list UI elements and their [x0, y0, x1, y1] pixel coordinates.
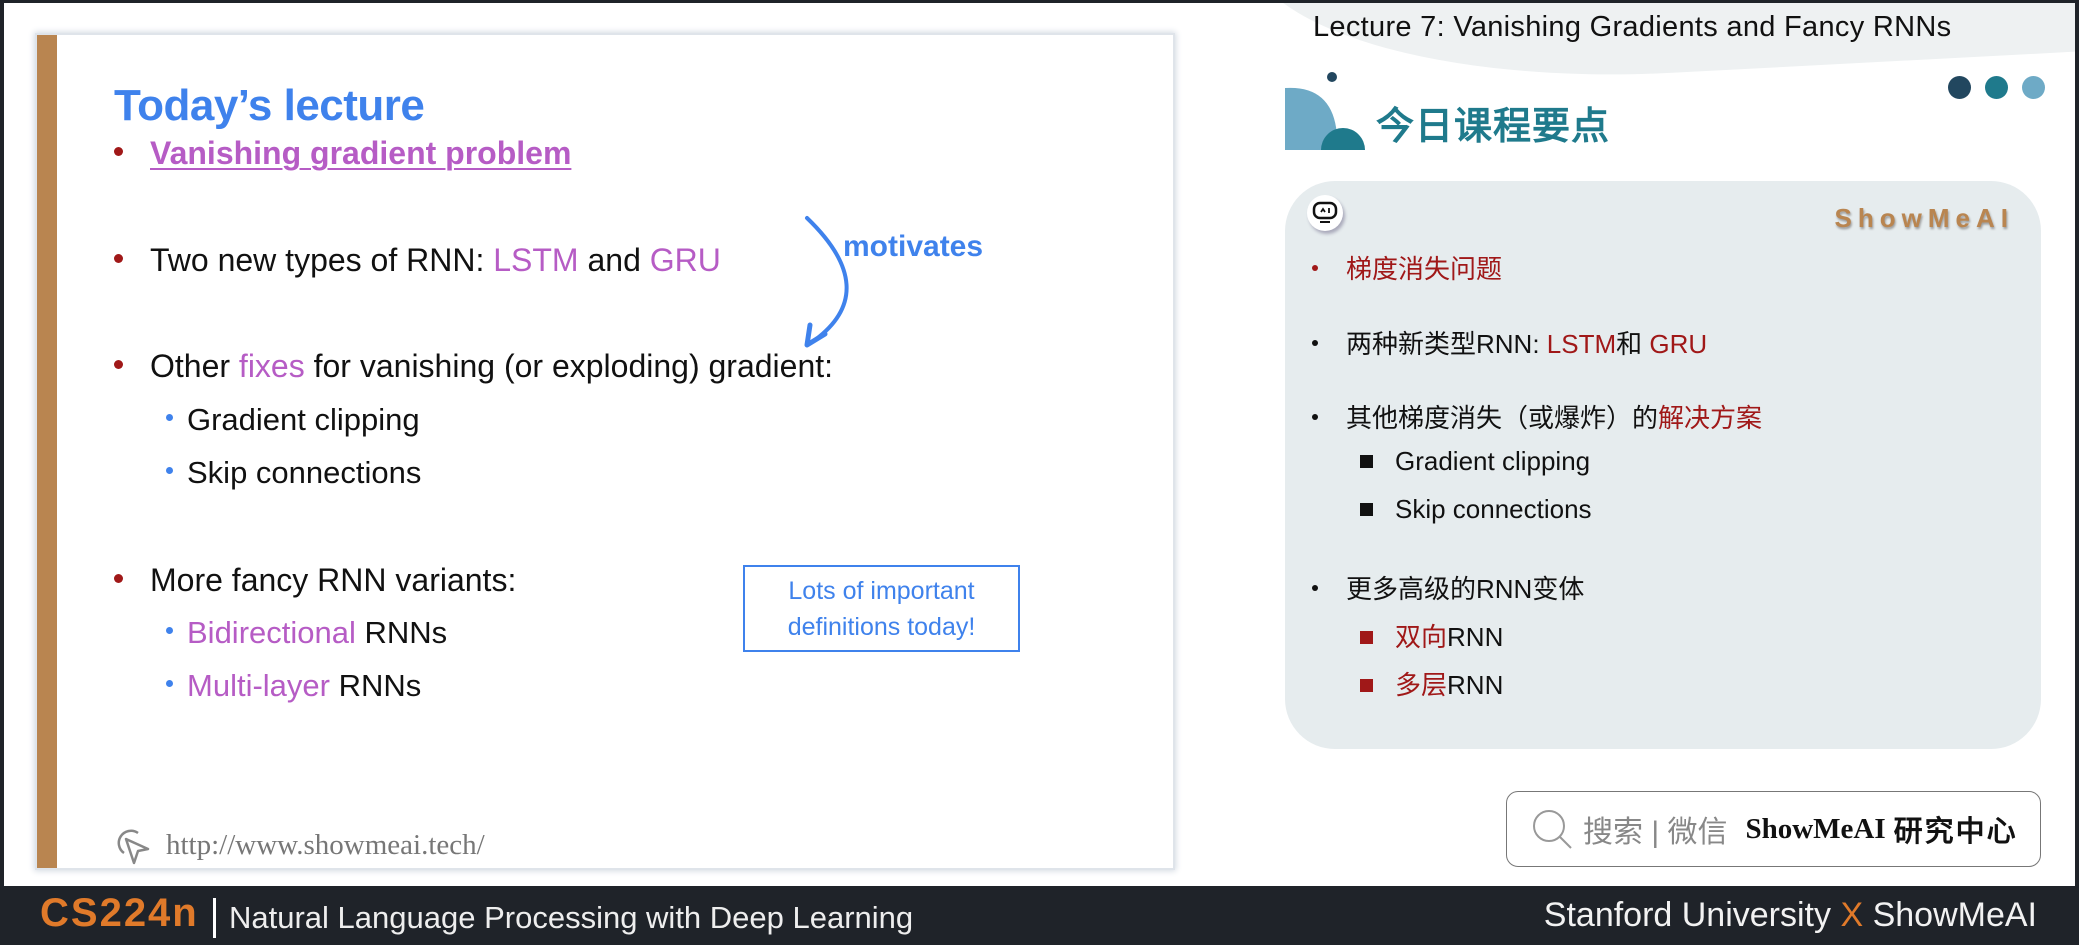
multilayer-term: Multi-layer [187, 668, 330, 703]
bidirectional-term: 双向 [1395, 622, 1448, 652]
course-code: CS224n [40, 891, 199, 935]
cn-item-text: 更多高级的RNN变体 [1346, 574, 1585, 604]
bullet-text: and [578, 242, 650, 278]
bullet-dot [114, 254, 123, 264]
search-brand-cn: 研究中心 [1893, 816, 2018, 848]
footer-divider [213, 898, 216, 938]
sub-bullet-skip-connections: Skip connections [166, 455, 421, 491]
bullet-dot [114, 574, 123, 584]
dot-icon [1948, 76, 1971, 99]
cn-item-vanishing-gradient: 梯度消失问题 [1312, 249, 1502, 286]
cn-sub-gradient-clipping: Gradient clipping [1360, 446, 1590, 477]
gru-term: GRU [1649, 329, 1708, 359]
sub-bullet-bidirectional: Bidirectional RNNs [166, 615, 447, 651]
cn-item-text: 梯度消失问题 [1346, 254, 1503, 284]
footer-bar: CS224n Natural Language Processing with … [0, 886, 2079, 945]
search-hint: 搜索 | 微信 [1583, 816, 1728, 849]
footer-credits: Stanford University X ShowMeAI [1544, 896, 2037, 935]
square-bullet [1360, 454, 1373, 468]
search-icon [1533, 810, 1572, 849]
gru-term: GRU [649, 242, 721, 278]
cn-item-advanced-variants: 更多高级的RNN变体 [1312, 569, 1584, 606]
cn-sub-text: RNN [1447, 670, 1504, 700]
section-title: 今日课程要点 [1376, 106, 1611, 148]
slide-title: Today’s lecture [114, 81, 425, 130]
callout-line-2: definitions today! [787, 613, 976, 641]
sub-bullet-text: Skip connections [187, 455, 422, 490]
brand-watermark: ShowMeAI [1834, 203, 2014, 233]
bullet-dot [1312, 265, 1318, 272]
decorative-dots [1948, 76, 2045, 99]
stanford-label: Stanford University [1543, 896, 1841, 934]
bullet-dot [114, 147, 123, 157]
english-slide-card: Today’s lecture Vanishing gradient probl… [37, 35, 1173, 868]
cn-item-text: 和 [1616, 329, 1650, 359]
fixes-term: fixes [238, 348, 305, 384]
wechat-search-box[interactable]: 搜索 | 微信 ShowMeAI 研究中心 [1506, 791, 2041, 867]
sub-bullet-multilayer: Multi-layer RNNs [166, 668, 421, 704]
bullet-dot [1312, 414, 1318, 421]
vanishing-gradient-link[interactable]: Vanishing gradient problem [150, 135, 571, 171]
cn-sub-multilayer: 多层RNN [1360, 665, 1503, 702]
sub-bullet-gradient-clipping: Gradient clipping [166, 402, 420, 438]
cursor-click-icon [117, 829, 150, 865]
course-name: Natural Language Processing with Deep Le… [229, 900, 914, 935]
dot-icon [1985, 76, 2008, 99]
cn-sub-text: Gradient clipping [1395, 446, 1591, 476]
bullet-text: Other [150, 348, 239, 384]
decorative-hills-icon [1285, 72, 1365, 150]
cn-sub-bidirectional: 双向RNN [1360, 617, 1503, 654]
lstm-term: LSTM [1546, 329, 1617, 359]
motivates-label: motivates [843, 230, 984, 263]
important-definitions-callout: Lots of important definitions today! [743, 565, 1020, 652]
multilayer-term: 多层 [1395, 670, 1448, 700]
cross-mark: X [1840, 896, 1864, 934]
bullet-text: for vanishing (or exploding) gradient: [304, 348, 834, 384]
cn-item-other-fixes: 其他梯度消失（或爆炸）的解决方案 [1312, 398, 1762, 435]
motivates-arrow-icon [804, 216, 849, 348]
bullet-text: Two new types of RNN: [150, 242, 494, 278]
sub-bullet-text: Gradient clipping [187, 402, 420, 437]
bullet-dot [1312, 585, 1318, 592]
bullet-dot [1312, 340, 1318, 347]
square-bullet [1360, 678, 1373, 692]
website-url[interactable]: http://www.showmeai.tech/ [166, 829, 485, 862]
bullet-dot [114, 360, 123, 370]
dot-icon [2022, 76, 2045, 99]
lstm-term: LSTM [493, 242, 579, 278]
slide-frame: Today’s lecture Vanishing gradient probl… [4, 3, 2075, 886]
solutions-term: 解决方案 [1658, 403, 1763, 433]
cn-item-new-rnn-types: 两种新类型RNN: LSTM和 GRU [1312, 324, 1707, 361]
bidirectional-term: Bidirectional [187, 615, 356, 650]
sub-bullet-dot [166, 414, 173, 422]
cn-item-text: 两种新类型RNN: [1346, 329, 1547, 359]
sub-bullet-dot [166, 467, 173, 475]
bullet-vanishing-gradient: Vanishing gradient problem [114, 135, 571, 172]
chinese-summary-panel: ShowMeAI 梯度消失问题 两种新类型RNN: LSTM和 GRU 其他梯度… [1285, 181, 2041, 749]
callout-line-1: Lots of important [788, 577, 975, 605]
cn-sub-text: RNN [1447, 622, 1504, 652]
website-link[interactable]: http://www.showmeai.tech/ [110, 823, 485, 867]
square-bullet [1360, 502, 1373, 516]
sub-bullet-text: RNNs [355, 615, 448, 650]
showmeai-label: ShowMeAI [1863, 896, 2037, 934]
slide-accent-bar [37, 35, 57, 868]
bullet-other-fixes: Other fixes for vanishing (or exploding)… [114, 348, 833, 385]
bullet-new-rnn-types: Two new types of RNN: LSTM and GRU [114, 242, 721, 279]
search-brand: ShowMeAI [1745, 812, 1886, 845]
sub-bullet-text: RNNs [329, 668, 422, 703]
sub-bullet-dot [166, 680, 173, 688]
bullet-fancy-variants: More fancy RNN variants: [114, 562, 516, 599]
cn-sub-skip-connections: Skip connections [1360, 494, 1592, 525]
cn-sub-text: Skip connections [1395, 494, 1592, 524]
lecture-title: Lecture 7: Vanishing Gradients and Fancy… [1313, 11, 1952, 43]
robot-face-icon [1307, 195, 1343, 231]
square-bullet [1360, 630, 1373, 644]
bullet-text: More fancy RNN variants: [150, 562, 517, 598]
cn-item-text: 其他梯度消失（或爆炸）的 [1346, 403, 1659, 433]
sub-bullet-dot [166, 627, 173, 635]
